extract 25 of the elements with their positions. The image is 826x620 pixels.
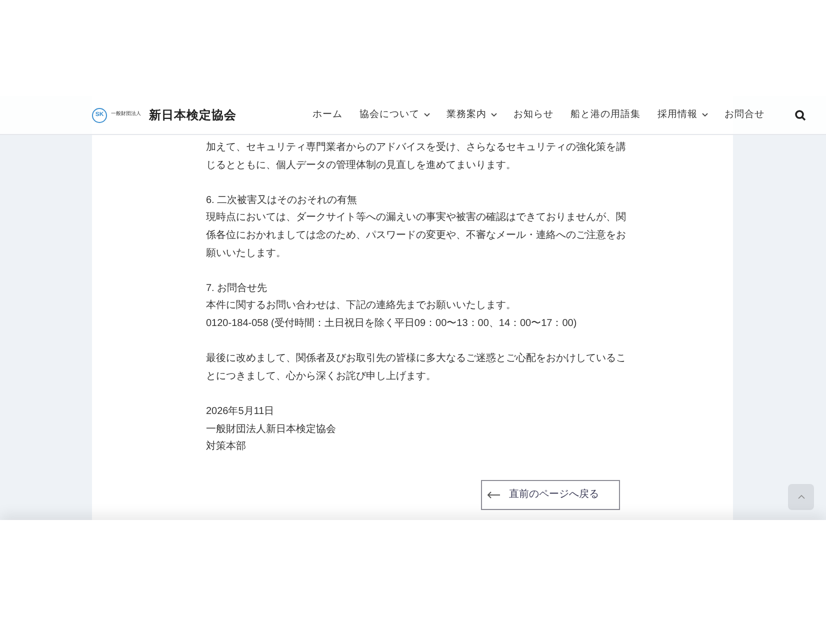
- nav-link[interactable]: 協会について: [360, 108, 430, 122]
- article-text: 加えて、セキュリティ専門業者からのアドバイスを受け、さらなるセキュリティの強化策を講じるとともに、個人データの管理体制の見直しを進めてまいります。: [206, 140, 627, 173]
- org-name[interactable]: 新日本検定協会: [149, 106, 236, 124]
- article-text: 対策本部: [206, 440, 247, 454]
- nav-link[interactable]: 採用情報: [658, 108, 708, 122]
- chevron-down-icon: [490, 113, 496, 117]
- back-button[interactable]: 直前のページへ戻る: [481, 480, 620, 510]
- article-text: 本件に関するお問い合わせは、下記の連絡先までお願いいたします。: [206, 298, 517, 314]
- chevron-down-icon: [702, 113, 708, 117]
- chevron-down-icon: [424, 113, 430, 117]
- article-text: 7. お問合せ先: [206, 282, 268, 296]
- article-text: 一般財団法人新日本検定協会: [206, 422, 337, 436]
- caret-up-icon: [798, 495, 804, 499]
- nav-link[interactable]: 船と港の用語集: [570, 108, 640, 122]
- article-text: 最後に改めまして、関係者及びお取引先の皆様に多大なるご迷惑とご心配をおかけしていることにつきまして、心から深くお詫び申し上げます。: [206, 352, 627, 384]
- article-text: 6. 二次被害又はそのおそれの有無: [206, 194, 358, 208]
- nav-link[interactable]: ホーム: [312, 108, 342, 122]
- search-icon[interactable]: [794, 110, 806, 120]
- article-text: 現時点においては、ダークサイト等への漏えいの事実や被害の確認はできておりませんが、関係各位におかれましては念のため、パスワードの変更や、不審なメール・連絡へのご注意をお願いいたします。: [206, 210, 627, 261]
- article-text: 0120-184-058 (受付時間：土日祝日を除く平日09：00〜13：00、14：00〜17：00): [206, 316, 578, 331]
- nav-link[interactable]: 業務案内: [446, 108, 496, 122]
- nav-link[interactable]: お問合せ: [724, 108, 764, 122]
- nav-link[interactable]: お知らせ: [514, 108, 554, 122]
- article-text: 2026年5月11日: [206, 404, 276, 419]
- left-arrow-icon: [487, 490, 501, 499]
